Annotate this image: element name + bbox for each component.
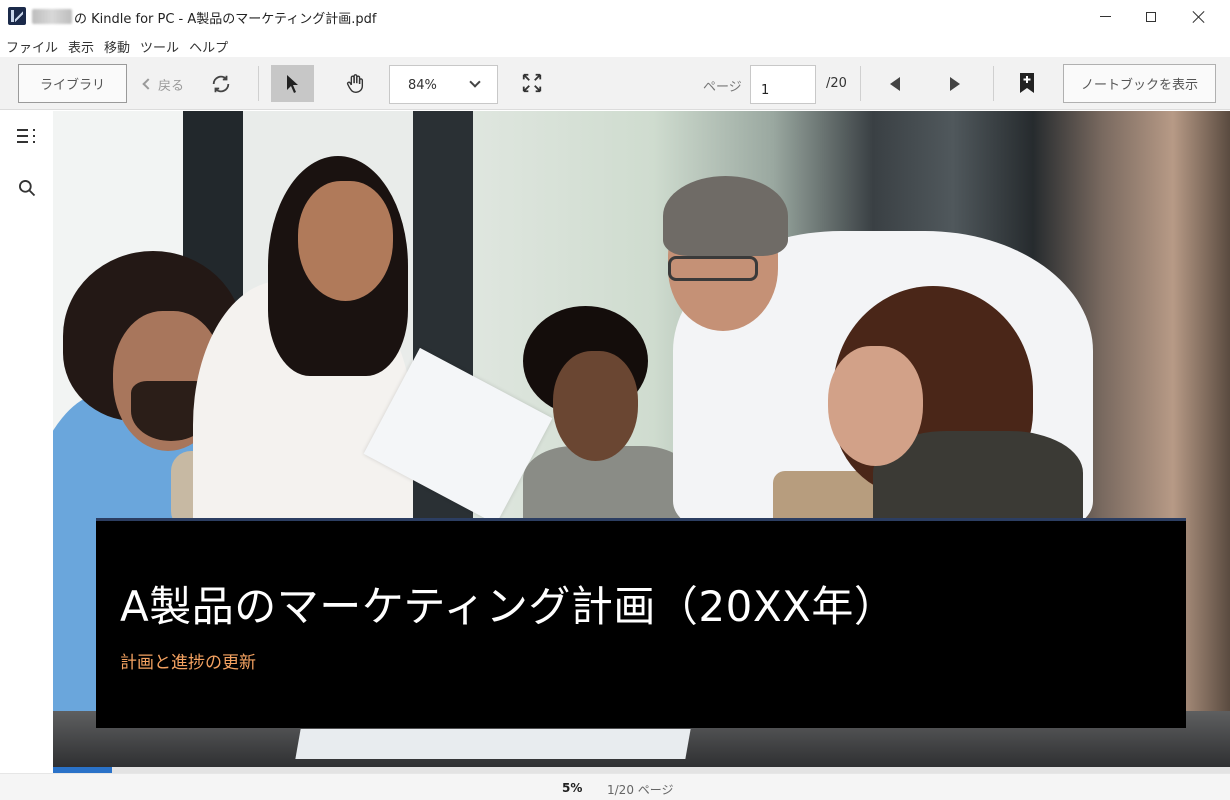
page-indicator: 1/20 ページ <box>607 783 674 797</box>
search-icon <box>19 180 36 197</box>
close-icon <box>1193 11 1205 23</box>
title-band: A製品のマーケティング計画（20XX年） 計画と進捗の更新 <box>96 518 1186 728</box>
photo-figure <box>298 181 393 301</box>
hand-icon <box>346 73 364 93</box>
menu-file[interactable]: ファイル <box>4 35 64 57</box>
photo-figure <box>668 256 758 281</box>
photo-figure <box>828 346 923 466</box>
bookmark-add-icon <box>1020 73 1034 93</box>
toc-list-icon <box>17 129 35 143</box>
show-notebook-button[interactable]: ノートブックを表示 <box>1063 64 1216 103</box>
sync-icon <box>212 75 230 93</box>
toolbar: ライブラリ 戻る 84% ページ /20 <box>0 57 1230 110</box>
status-bar: 5% 1/20 ページ <box>0 773 1230 800</box>
fullscreen-button[interactable] <box>518 69 546 97</box>
cursor-arrow-icon <box>286 74 298 93</box>
toolbar-separator <box>993 66 994 101</box>
window-title: の Kindle for PC - A製品のマーケティング計画.pdf <box>74 12 377 27</box>
document-title: A製品のマーケティング計画（20XX年） <box>120 582 897 631</box>
menu-bar: ファイル 表示 移動 ツール ヘルプ <box>0 35 1230 57</box>
chevron-down-icon <box>469 76 481 88</box>
photo-book <box>295 729 691 759</box>
chevron-left-icon <box>142 78 154 90</box>
sync-button[interactable] <box>208 71 234 97</box>
previous-page-button[interactable] <box>880 72 910 96</box>
menu-go[interactable]: 移動 <box>102 35 136 57</box>
maximize-button[interactable] <box>1128 0 1174 33</box>
table-of-contents-button[interactable] <box>12 121 42 151</box>
add-bookmark-button[interactable] <box>1013 69 1041 97</box>
photo-figure <box>553 351 638 461</box>
menu-view[interactable]: 表示 <box>66 35 100 57</box>
triangle-right-icon <box>950 77 960 91</box>
document-subtitle: 計画と進捗の更新 <box>120 653 256 673</box>
menu-tools[interactable]: ツール <box>138 35 185 57</box>
close-button[interactable] <box>1176 0 1222 33</box>
back-label: 戻る <box>158 78 185 94</box>
fullscreen-icon <box>522 73 542 93</box>
title-bar: の Kindle for PC - A製品のマーケティング計画.pdf <box>0 0 1230 33</box>
toolbar-separator <box>860 66 861 101</box>
minimize-button[interactable] <box>1082 0 1128 33</box>
left-rail <box>0 111 53 773</box>
kindle-logo-icon <box>8 7 26 25</box>
maximize-icon <box>1146 11 1156 22</box>
page-number-input[interactable] <box>750 65 816 104</box>
zoom-dropdown[interactable]: 84% <box>389 65 498 104</box>
blurred-username <box>32 9 72 24</box>
back-button[interactable]: 戻る <box>140 73 184 95</box>
minimize-icon <box>1099 16 1111 17</box>
page-label: ページ <box>703 80 742 95</box>
next-page-button[interactable] <box>940 72 970 96</box>
toolbar-separator <box>258 66 259 101</box>
search-button[interactable] <box>12 173 42 203</box>
title-band-accent <box>96 518 1186 521</box>
hand-tool-button[interactable] <box>335 65 375 102</box>
document-page[interactable]: A製品のマーケティング計画（20XX年） 計画と進捗の更新 <box>53 111 1230 767</box>
select-tool-button[interactable] <box>271 65 314 102</box>
photo-figure <box>663 176 788 256</box>
page-total: /20 <box>826 76 847 91</box>
triangle-left-icon <box>890 77 900 91</box>
library-button[interactable]: ライブラリ <box>18 64 127 103</box>
progress-percent: 5% <box>562 781 583 795</box>
menu-help[interactable]: ヘルプ <box>187 35 234 57</box>
zoom-value: 84% <box>408 78 437 93</box>
